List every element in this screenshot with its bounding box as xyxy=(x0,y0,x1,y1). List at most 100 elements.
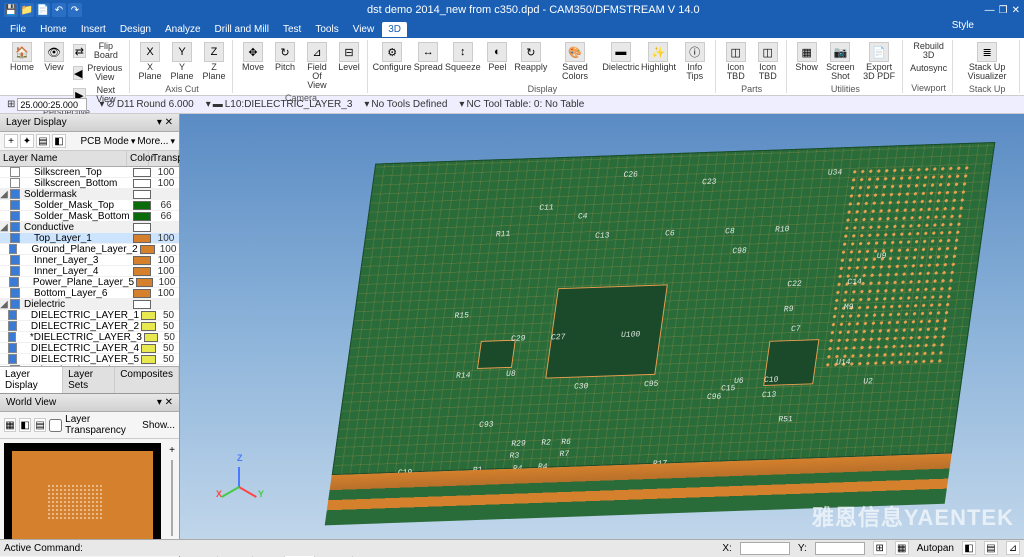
layer-row[interactable]: Inner_Layer_4100 xyxy=(0,266,179,277)
menu-3d[interactable]: 3D xyxy=(382,22,407,37)
tab-layer-sets[interactable]: Layer Sets xyxy=(63,367,115,393)
layer-checkbox[interactable] xyxy=(10,167,20,177)
pitch-button[interactable]: ↻Pitch xyxy=(270,40,300,74)
autopan-toggle[interactable]: Autopan xyxy=(917,543,954,554)
wv-pin-icon[interactable]: ▾ ✕ xyxy=(157,397,173,408)
tab-layer-display[interactable]: Layer Display xyxy=(0,367,63,393)
color-swatch[interactable] xyxy=(141,322,156,331)
wv-show-button[interactable]: Show... xyxy=(142,420,175,431)
sb-icon-3[interactable]: ◧ xyxy=(962,541,976,555)
layer-checkbox[interactable] xyxy=(10,233,20,243)
z-plane-button[interactable]: ZZ Plane xyxy=(199,40,229,83)
menu-drill-and-mill[interactable]: Drill and Mill xyxy=(209,22,275,37)
squeeze-button[interactable]: ↕Squeeze xyxy=(445,40,480,74)
layer-tool3-icon[interactable]: ◧ xyxy=(52,134,66,148)
layer-checkbox[interactable] xyxy=(10,266,20,276)
screenshot-button[interactable]: 📷Screen Shot xyxy=(824,40,857,83)
sb-icon-1[interactable]: ⊞ xyxy=(873,541,887,555)
layer-checkbox[interactable] xyxy=(10,211,20,221)
layer-checkbox[interactable] xyxy=(8,332,16,342)
level-button[interactable]: ⊟Level xyxy=(334,40,364,74)
layer-list[interactable]: Silkscreen_Top100Silkscreen_Bottom100◢So… xyxy=(0,167,179,366)
color-swatch[interactable] xyxy=(141,344,156,353)
layer-checkbox[interactable] xyxy=(10,222,20,232)
layer-row[interactable]: Bottom_Layer_6100 xyxy=(0,288,179,299)
export-3dpdf-button[interactable]: 📄Export 3D PDF xyxy=(859,40,899,83)
grid-icon[interactable]: ⊞ xyxy=(7,99,15,110)
flip-board-button[interactable]: ⇄Flip Board xyxy=(71,40,126,62)
icon-tbd-2[interactable]: ◫Icon TBD xyxy=(753,40,783,83)
layer-checkbox[interactable] xyxy=(10,189,20,199)
color-swatch[interactable] xyxy=(140,245,155,254)
close-button[interactable]: ✕ xyxy=(1012,5,1020,16)
autosync-button[interactable]: Autosync xyxy=(908,62,949,75)
sb-icon-2[interactable]: ▦ xyxy=(895,541,909,555)
color-swatch[interactable] xyxy=(141,355,156,364)
layer-row[interactable]: DIELECTRIC_LAYER_450 xyxy=(0,343,179,354)
color-swatch[interactable] xyxy=(133,256,151,265)
x-coord-input[interactable] xyxy=(740,542,790,555)
zoom-slider[interactable] xyxy=(171,460,173,536)
qat-open-icon[interactable]: 📁 xyxy=(20,3,34,17)
layer-row[interactable]: Top_Layer_1100 xyxy=(0,233,179,244)
qat-redo-icon[interactable]: ↷ xyxy=(68,3,82,17)
layer-checkbox[interactable] xyxy=(8,321,16,331)
qat-save-icon[interactable]: 💾 xyxy=(4,3,18,17)
layer-row[interactable]: Power_Plane_Layer_5100 xyxy=(0,277,179,288)
view-button[interactable]: 👁View xyxy=(39,40,69,74)
layer-checkbox[interactable] xyxy=(10,255,20,265)
style-dropdown[interactable]: Style xyxy=(952,20,974,31)
layer-transparency-checkbox[interactable] xyxy=(49,419,62,432)
highlight-button[interactable]: ✨Highlight xyxy=(641,40,676,74)
layer-row[interactable]: Silkscreen_Bottom100 xyxy=(0,178,179,189)
stackup-button[interactable]: ≣Stack Up Visualizer xyxy=(958,40,1016,83)
layer-row[interactable]: DIELECTRIC_LAYER_550 xyxy=(0,354,179,365)
menu-file[interactable]: File xyxy=(4,22,32,37)
wv-tool2-icon[interactable]: ◧ xyxy=(19,418,31,432)
layer-row[interactable]: Solder_Mask_Bottom66 xyxy=(0,211,179,222)
prev-view-button[interactable]: ◀Previous View xyxy=(71,62,126,84)
menu-home[interactable]: Home xyxy=(34,22,73,37)
layer-row[interactable]: ◢Dielectric xyxy=(0,299,179,310)
wv-tool1-icon[interactable]: ▦ xyxy=(4,418,16,432)
sb-icon-5[interactable]: ⊿ xyxy=(1006,541,1020,555)
layer-checkbox[interactable] xyxy=(10,200,20,210)
reapply-button[interactable]: ↻Reapply xyxy=(514,40,547,74)
x-plane-button[interactable]: XX Plane xyxy=(135,40,165,83)
layer-checkbox[interactable] xyxy=(8,310,16,320)
color-swatch[interactable] xyxy=(144,333,158,342)
dielectric-button[interactable]: ▬Dielectric xyxy=(603,40,639,74)
layer-checkbox[interactable] xyxy=(10,299,20,309)
layer-row[interactable]: Silkscreen_Top100 xyxy=(0,167,179,178)
layer-tool-icon[interactable]: ✦ xyxy=(20,134,34,148)
rebuild-3d-button[interactable]: Rebuild 3D xyxy=(908,40,949,62)
layer-checkbox[interactable] xyxy=(9,277,18,287)
layer-row[interactable]: Ground_Plane_Layer_2100 xyxy=(0,244,179,255)
home-button[interactable]: 🏠Home xyxy=(7,40,37,74)
icon-tbd-1[interactable]: ◫Icon TBD xyxy=(721,40,751,83)
menu-insert[interactable]: Insert xyxy=(75,22,112,37)
layer-checkbox[interactable] xyxy=(10,178,20,188)
color-swatch[interactable] xyxy=(133,190,151,199)
panel-pin-icon[interactable]: ▾ ✕ xyxy=(157,117,173,128)
layer-row[interactable]: DIELECTRIC_LAYER_250 xyxy=(0,321,179,332)
color-swatch[interactable] xyxy=(133,267,151,276)
wv-tool3-icon[interactable]: ▤ xyxy=(34,418,46,432)
layer-row[interactable]: DIELECTRIC_LAYER_150 xyxy=(0,310,179,321)
color-swatch[interactable] xyxy=(133,179,151,188)
menu-view[interactable]: View xyxy=(347,22,381,37)
add-layer-icon[interactable]: + xyxy=(4,134,18,148)
fov-button[interactable]: ⊿Field Of View xyxy=(302,40,332,92)
qat-undo-icon[interactable]: ↶ xyxy=(52,3,66,17)
slider-plus-icon[interactable]: + xyxy=(169,445,175,456)
color-swatch[interactable] xyxy=(133,212,151,221)
layer-checkbox[interactable] xyxy=(8,343,16,353)
color-swatch[interactable] xyxy=(133,289,151,298)
color-swatch[interactable] xyxy=(133,234,151,243)
coords-input[interactable] xyxy=(17,98,87,111)
menu-test[interactable]: Test xyxy=(277,22,307,37)
color-swatch[interactable] xyxy=(133,223,151,232)
layer-row[interactable]: ◢Soldermask xyxy=(0,189,179,200)
layer-tool2-icon[interactable]: ▤ xyxy=(36,134,50,148)
move-button[interactable]: ✥Move xyxy=(238,40,268,74)
